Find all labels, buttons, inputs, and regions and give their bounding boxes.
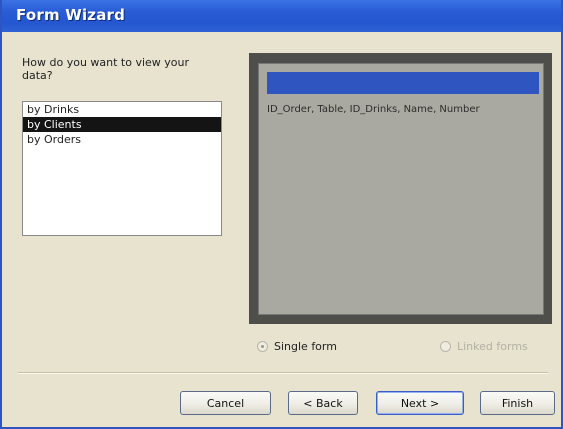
linked-forms-radio[interactable] bbox=[440, 341, 451, 352]
view-options-listbox[interactable]: by Drinks by Clients by Orders bbox=[22, 101, 222, 236]
window-title: Form Wizard bbox=[16, 6, 126, 24]
next-button[interactable]: Next > bbox=[376, 391, 464, 415]
finish-button[interactable]: Finish bbox=[480, 391, 555, 415]
linked-forms-label: Linked forms bbox=[457, 340, 528, 353]
title-bar[interactable]: Form Wizard bbox=[2, 0, 561, 32]
form-preview-panel: ID_Order, Table, ID_Drinks, Name, Number bbox=[249, 53, 552, 324]
single-form-label: Single form bbox=[274, 340, 337, 353]
form-preview-header-bar bbox=[267, 72, 539, 94]
list-item-by-orders[interactable]: by Orders bbox=[23, 132, 221, 147]
linked-forms-option[interactable]: Linked forms bbox=[440, 340, 528, 353]
view-prompt-line-1: How do you want to view your bbox=[22, 56, 190, 69]
list-item-by-drinks[interactable]: by Drinks bbox=[23, 102, 221, 117]
back-button[interactable]: < Back bbox=[288, 391, 358, 415]
single-form-option[interactable]: Single form bbox=[257, 340, 337, 353]
form-preview-canvas: ID_Order, Table, ID_Drinks, Name, Number bbox=[258, 63, 544, 315]
form-preview-fields: ID_Order, Table, ID_Drinks, Name, Number bbox=[267, 104, 480, 115]
form-wizard-window: Form Wizard How do you want to view your… bbox=[0, 0, 563, 429]
view-prompt: How do you want to view your data? bbox=[22, 56, 222, 82]
view-prompt-line-2: data? bbox=[22, 69, 53, 82]
footer-separator bbox=[18, 372, 548, 374]
cancel-button[interactable]: Cancel bbox=[180, 391, 271, 415]
list-item-by-clients[interactable]: by Clients bbox=[23, 117, 221, 132]
single-form-radio[interactable] bbox=[257, 341, 268, 352]
